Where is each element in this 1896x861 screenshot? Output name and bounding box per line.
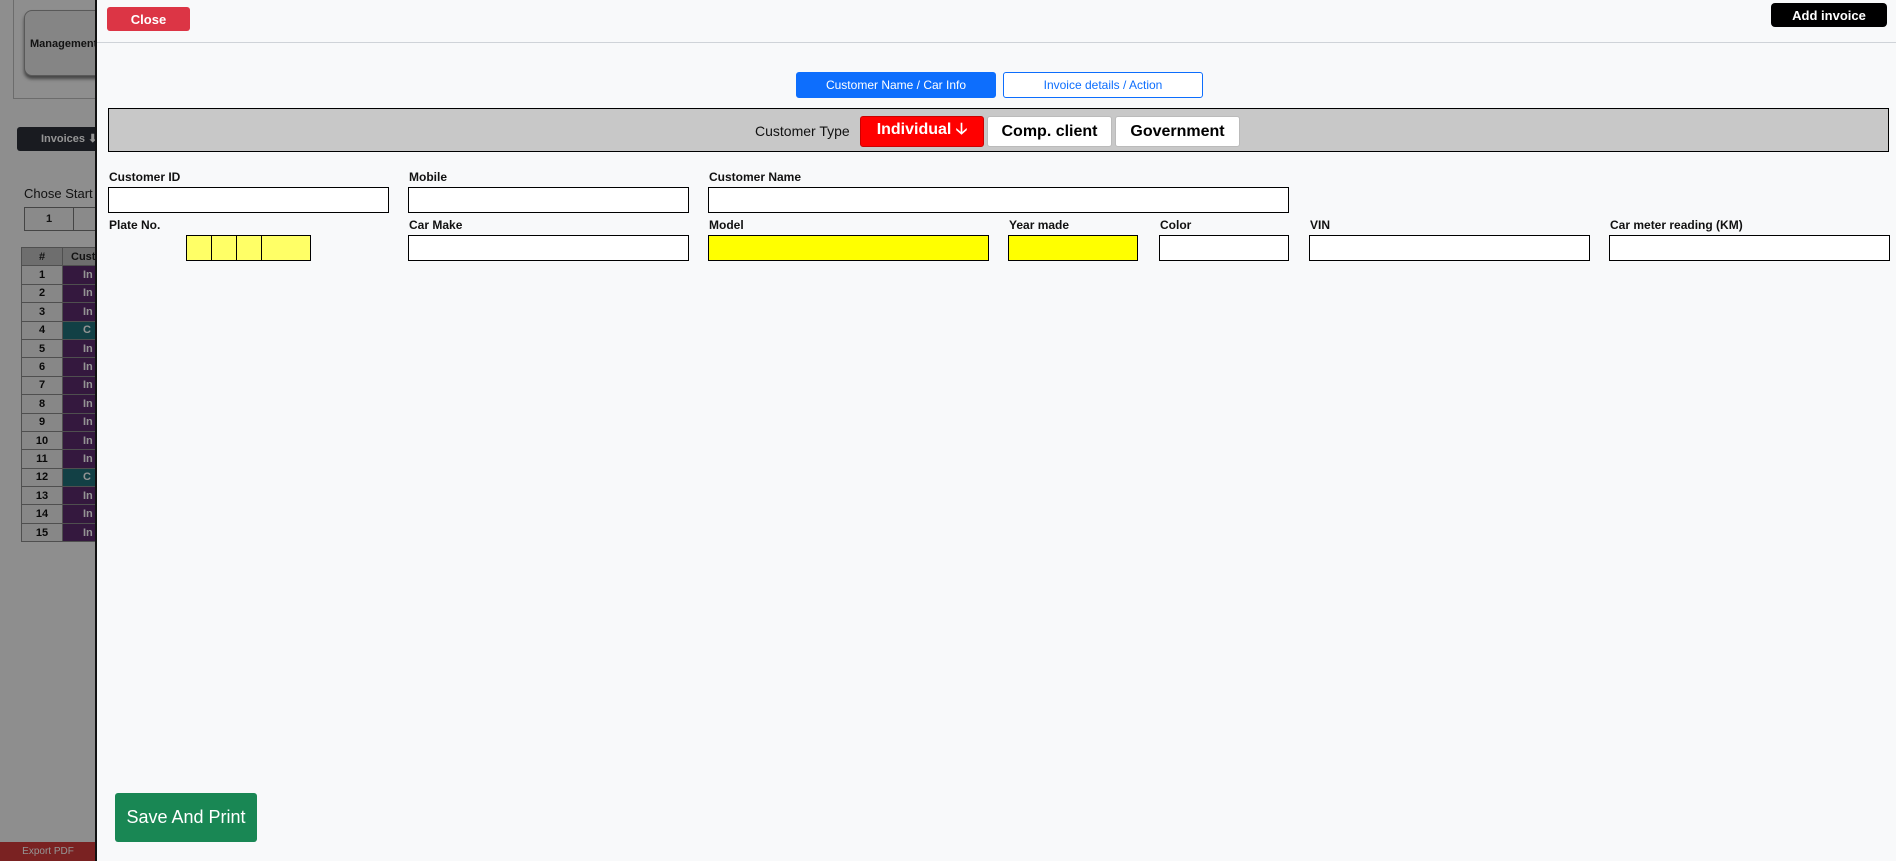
mobile-label: Mobile bbox=[409, 170, 447, 184]
close-button[interactable]: Close bbox=[107, 7, 190, 31]
customer-type-label: Customer Type bbox=[755, 123, 850, 139]
car-meter-input[interactable] bbox=[1609, 235, 1890, 261]
plate-box-4[interactable] bbox=[261, 235, 311, 261]
customer-type-government-button[interactable]: Government bbox=[1115, 116, 1240, 147]
year-made-label: Year made bbox=[1009, 218, 1070, 232]
panel-header: Close Add invoice bbox=[97, 0, 1896, 43]
mobile-input[interactable] bbox=[408, 187, 689, 213]
add-invoice-panel: Close Add invoice Customer Name / Car In… bbox=[95, 0, 1896, 861]
year-made-input[interactable] bbox=[1008, 235, 1138, 261]
car-make-label: Car Make bbox=[409, 218, 463, 232]
tab-customer-car-info[interactable]: Customer Name / Car Info bbox=[796, 72, 996, 98]
customer-id-label: Customer ID bbox=[109, 170, 181, 184]
plate-box-3[interactable] bbox=[236, 235, 262, 261]
customer-type-individual-button[interactable]: Individual 🡣 bbox=[860, 116, 984, 147]
model-input[interactable] bbox=[708, 235, 989, 261]
model-label: Model bbox=[709, 218, 744, 232]
car-make-input[interactable] bbox=[408, 235, 689, 261]
color-input[interactable] bbox=[1159, 235, 1289, 261]
customer-name-label: Customer Name bbox=[709, 170, 802, 184]
customer-type-bar: Customer Type Individual 🡣 Comp. client … bbox=[108, 108, 1889, 152]
customer-type-company-button[interactable]: Comp. client bbox=[987, 116, 1112, 147]
plate-box-1[interactable] bbox=[186, 235, 212, 261]
customer-id-input[interactable] bbox=[108, 187, 389, 213]
vin-input[interactable] bbox=[1309, 235, 1590, 261]
vin-label: VIN bbox=[1310, 218, 1331, 232]
plate-no-label: Plate No. bbox=[109, 218, 161, 232]
plate-box-2[interactable] bbox=[211, 235, 237, 261]
tab-invoice-details-action[interactable]: Invoice details / Action bbox=[1003, 72, 1203, 98]
add-invoice-button[interactable]: Add invoice bbox=[1771, 3, 1887, 27]
color-label: Color bbox=[1160, 218, 1192, 232]
car-meter-label: Car meter reading (KM) bbox=[1610, 218, 1743, 232]
save-and-print-button[interactable]: Save And Print bbox=[115, 793, 257, 842]
customer-name-input[interactable] bbox=[708, 187, 1289, 213]
